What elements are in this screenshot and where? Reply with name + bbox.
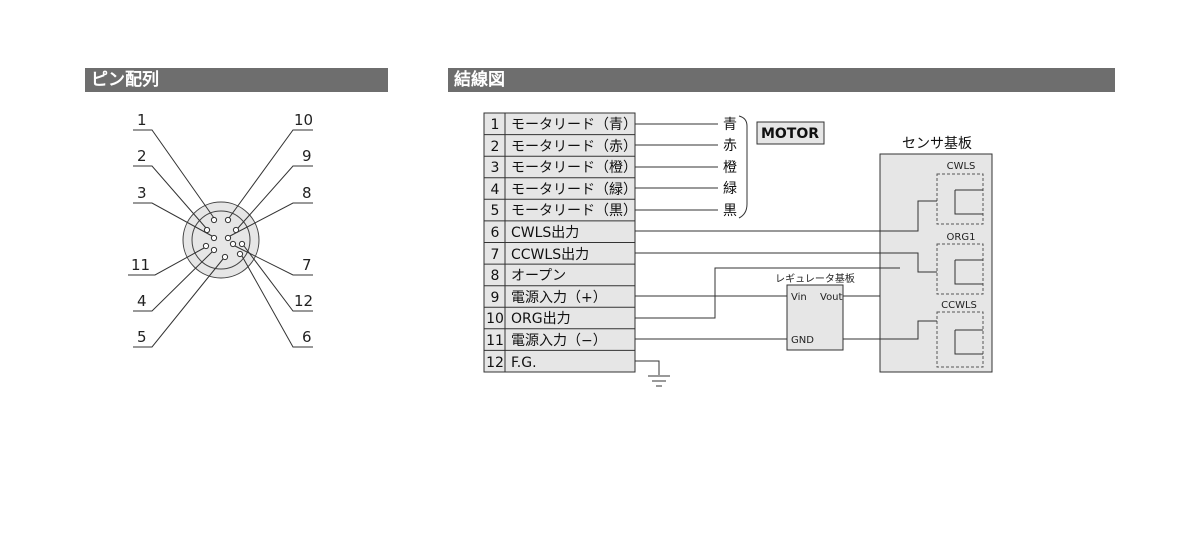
pin-number: 7 (491, 247, 500, 263)
pin-label: モータリード（橙） (511, 160, 637, 176)
sensor-org1: ORG1 (947, 232, 976, 243)
wire-color-label: 緑 (723, 181, 737, 197)
pin-label: オープン (511, 268, 566, 284)
pin-number: 9 (491, 290, 500, 306)
pin-hole-10 (224, 216, 232, 224)
wire-org (635, 267, 900, 319)
sensor-ccwls: CCWLS (941, 300, 977, 311)
connector-diagram (128, 129, 313, 348)
regulator-vin: Vin (791, 292, 807, 303)
pin-label: F.G. (511, 355, 537, 371)
diagram-canvas: 1 2 3 11 4 5 10 9 8 7 12 6 1 2 3 4 5 6 7… (128, 111, 993, 387)
pin-number: 5 (491, 203, 500, 219)
pin-hole-7 (229, 240, 237, 248)
wire-color-label: 赤 (723, 138, 737, 154)
pin-hole-5 (221, 253, 229, 261)
label-pin-1: 1 (137, 111, 147, 129)
pin-hole-12 (238, 240, 246, 248)
connector-inner-ring (191, 210, 251, 270)
sensor-title: センサ基板 (902, 135, 972, 152)
pin-label: CCWLS出力 (511, 247, 589, 263)
pin-label: 電源入力（+） (511, 290, 607, 306)
wire-fg (635, 360, 660, 375)
wire-color-label: 橙 (723, 160, 737, 176)
motor-box: MOTOR (756, 121, 825, 145)
pin-number: 3 (491, 160, 500, 176)
pin-label: モータリード（赤） (511, 139, 637, 155)
regulator-vout: Vout (820, 292, 843, 303)
wire-color-label: 黒 (723, 203, 737, 219)
pin-number: 4 (491, 182, 500, 198)
pin-label: モータリード（青） (511, 117, 637, 133)
label-pin-12: 12 (294, 292, 313, 310)
pin-number: 1 (491, 117, 500, 133)
pin-number: 6 (491, 225, 500, 241)
pin-hole-6 (236, 250, 244, 258)
regulator-gnd: GND (791, 335, 814, 346)
leader-1 (133, 129, 215, 219)
label-pin-9: 9 (302, 147, 312, 165)
label-pin-3: 3 (137, 184, 147, 202)
sensor-cwls: CWLS (947, 161, 976, 172)
pin-hole-1 (210, 216, 218, 224)
pin-label: CWLS出力 (511, 225, 579, 241)
pin-hole-11 (202, 242, 210, 250)
pin-label: モータリード（緑） (511, 182, 637, 198)
label-pin-2: 2 (137, 147, 147, 165)
pin-hole-3 (210, 234, 218, 242)
wire-color-label: 青 (723, 117, 737, 133)
motor-label: MOTOR (761, 126, 819, 142)
pin-hole-4 (210, 246, 218, 254)
label-pin-11: 11 (131, 256, 150, 274)
pin-label: モータリード（黒） (511, 203, 637, 219)
pin-number: 10 (486, 311, 504, 327)
label-pin-5: 5 (137, 328, 147, 346)
motor-brace (738, 115, 748, 219)
label-pin-7: 7 (302, 256, 312, 274)
pin-hole-8 (224, 234, 232, 242)
regulator-board: レギュレータ基板 Vin Vout GND (775, 272, 855, 351)
label-pin-6: 6 (302, 328, 312, 346)
pin-table: 1 2 3 4 5 6 7 8 9 10 11 12 モータリード（青） モータ… (483, 112, 637, 373)
label-pin-8: 8 (302, 184, 312, 202)
label-pin-10: 10 (294, 111, 313, 129)
wire-color-labels: 青 赤 橙 緑 黒 (723, 117, 737, 219)
pin-number: 2 (491, 139, 500, 155)
pin-label: ORG出力 (511, 311, 571, 327)
pin-number: 11 (486, 333, 504, 349)
pin-number: 8 (491, 268, 500, 284)
pin-label: 電源入力（−） (511, 333, 607, 349)
pin-number: 12 (486, 355, 504, 371)
leader-10 (228, 129, 313, 219)
regulator-title: レギュレータ基板 (775, 272, 855, 285)
label-pin-4: 4 (137, 292, 147, 310)
ground-symbol (648, 375, 670, 387)
